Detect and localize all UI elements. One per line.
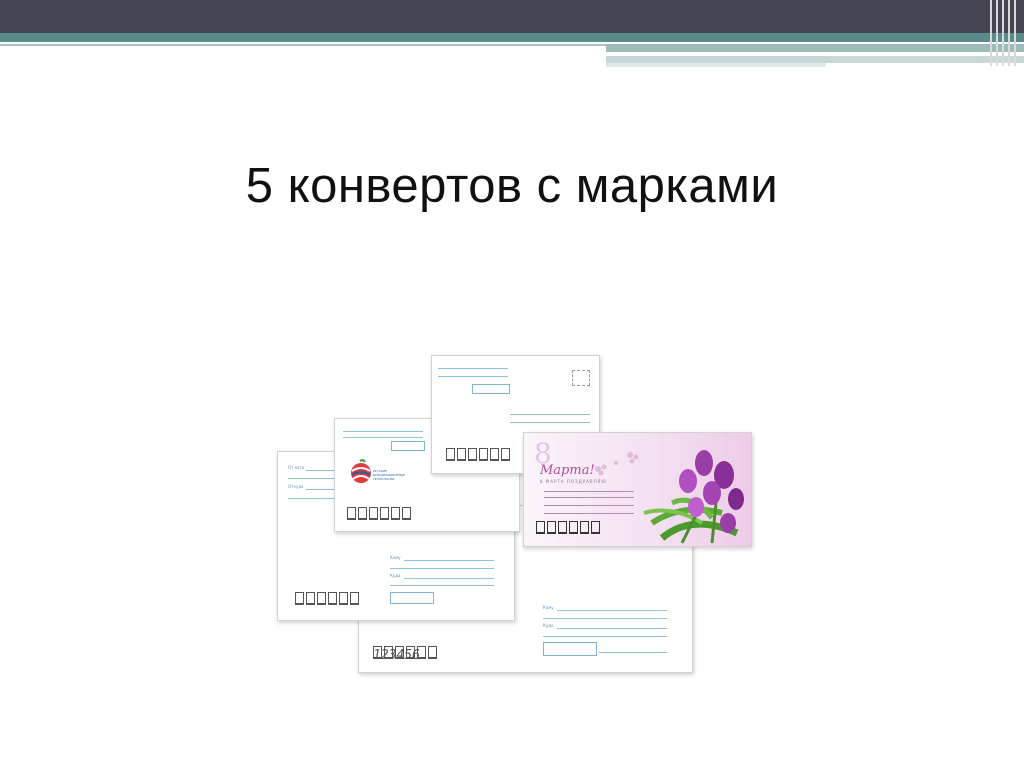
stamp-placeholder bbox=[572, 370, 590, 386]
header-right-stripe bbox=[606, 44, 1024, 52]
header-right-stripe-faint bbox=[606, 63, 826, 67]
tulips-image bbox=[643, 450, 744, 544]
logo-icon bbox=[351, 459, 371, 483]
logo-text: РУССКИЕ ИНФОРМАЦИОННЫЕ ТЕХНОЛОГИИ bbox=[373, 469, 405, 481]
header-vertical-line bbox=[1014, 0, 1016, 66]
header-vertical-line bbox=[996, 0, 998, 66]
header-vertical-line bbox=[1008, 0, 1010, 66]
header-right-stripe-light bbox=[606, 56, 1024, 63]
slide-title: 5 конвертов с марками bbox=[245, 159, 779, 213]
march-subtitle: 8 МАРТА ПОЗДРАВЛЯЮ bbox=[540, 479, 607, 484]
envelope-march8: 8 Марта! 8 МАРТА ПОЗДРАВЛЯЮ bbox=[523, 432, 752, 547]
header-vertical-line bbox=[990, 0, 992, 66]
flower-decoration bbox=[595, 452, 639, 476]
header-bar bbox=[0, 0, 1024, 33]
postcode-digits: 123456 bbox=[373, 648, 420, 663]
header-thin-line bbox=[0, 44, 606, 46]
header-vertical-line bbox=[1002, 0, 1004, 66]
header-accent-stripe bbox=[0, 33, 1024, 42]
march-greeting: Марта! bbox=[540, 463, 595, 478]
